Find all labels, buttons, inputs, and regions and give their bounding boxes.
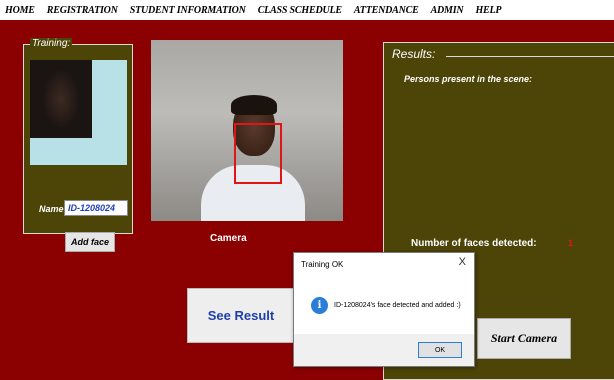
faces-detected-count: 1 bbox=[568, 238, 574, 248]
dialog-title: Training OK bbox=[301, 260, 344, 269]
close-icon[interactable]: X bbox=[459, 256, 466, 268]
training-face-image bbox=[30, 60, 92, 138]
menu-item-admin[interactable]: ADMIN bbox=[431, 5, 464, 16]
camera-label: Camera bbox=[210, 233, 247, 244]
add-face-button[interactable]: Add face bbox=[65, 232, 115, 252]
menu-item-registration[interactable]: REGISTRATION bbox=[47, 5, 118, 16]
ok-button[interactable]: OK bbox=[418, 342, 462, 358]
menu-item-student-information[interactable]: STUDENT INFORMATION bbox=[130, 5, 246, 16]
training-legend: Training: bbox=[30, 38, 73, 49]
face-detection-box bbox=[234, 123, 282, 184]
menu-item-class-schedule[interactable]: CLASS SCHEDULE bbox=[258, 5, 342, 16]
menu-item-attendance[interactable]: ATTENDANCE bbox=[354, 5, 419, 16]
faces-detected-label: Number of faces detected: bbox=[411, 238, 537, 249]
dialog-message: ID-1208024's face detected and added :) bbox=[334, 302, 461, 309]
name-input[interactable]: ID-1208024 bbox=[64, 200, 128, 216]
camera-feed bbox=[151, 40, 343, 221]
start-camera-button[interactable]: Start Camera bbox=[477, 318, 571, 359]
info-icon: i bbox=[311, 297, 328, 314]
training-ok-dialog: Training OK X i ID-1208024's face detect… bbox=[293, 252, 475, 367]
training-panel: Training: Name: ID-1208024 Add face bbox=[23, 38, 133, 252]
menu-item-home[interactable]: HOME bbox=[5, 5, 35, 16]
training-preview bbox=[30, 60, 127, 165]
see-result-button[interactable]: See Result bbox=[187, 288, 295, 343]
results-title: Results: bbox=[392, 47, 436, 61]
results-divider bbox=[446, 56, 614, 57]
menu-bar: HOME REGISTRATION STUDENT INFORMATION CL… bbox=[0, 0, 614, 20]
dialog-footer: OK bbox=[294, 334, 474, 366]
menu-item-help[interactable]: HELP bbox=[475, 5, 501, 16]
persons-present-label: Persons present in the scene: bbox=[404, 74, 533, 84]
name-label: Name: bbox=[39, 204, 67, 214]
camera-person-hair bbox=[231, 95, 277, 115]
